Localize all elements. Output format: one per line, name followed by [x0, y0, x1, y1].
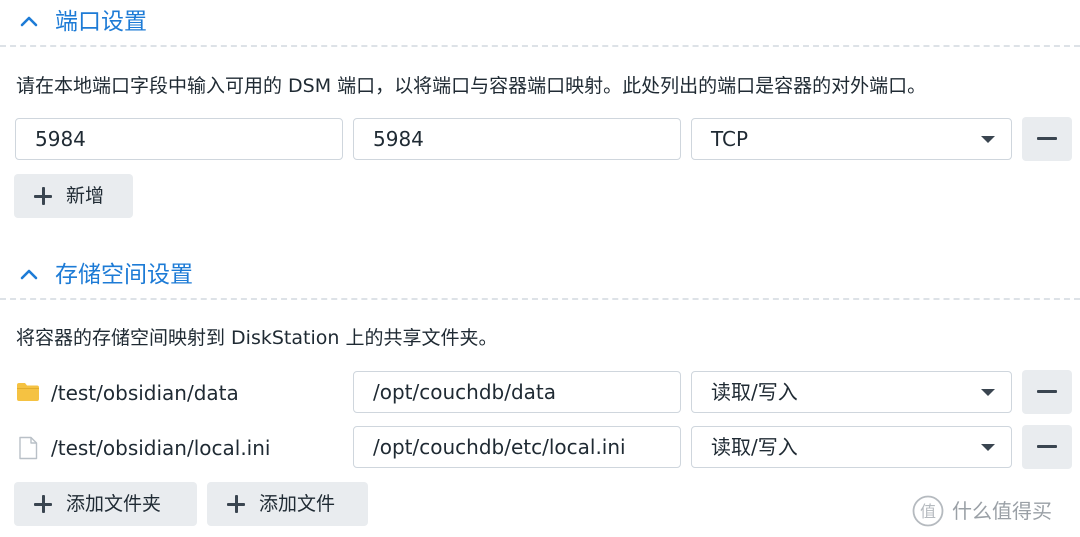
port-section-description: 请在本地端口字段中输入可用的 DSM 端口，以将端口与容器端口映射。此处列出的端… — [16, 75, 927, 97]
permission-select-value: 读取/写入 — [711, 380, 798, 404]
watermark-logo-icon: 值 — [912, 495, 944, 527]
permission-select-value: 读取/写入 — [711, 435, 798, 459]
plus-icon — [34, 187, 52, 205]
add-port-label: 新增 — [66, 185, 105, 207]
storage-section-title: 存储空间设置 — [55, 262, 193, 288]
svg-text:值: 值 — [920, 502, 936, 521]
add-folder-button[interactable]: 添加文件夹 — [14, 482, 197, 526]
chevron-up-icon — [20, 16, 38, 27]
mount-path-input[interactable]: /opt/couchdb/etc/local.ini — [353, 426, 681, 468]
mount-path-input[interactable]: /opt/couchdb/data — [353, 371, 681, 413]
permission-select[interactable]: 读取/写入 — [691, 426, 1012, 468]
section-divider — [0, 298, 1080, 300]
protocol-select-value: TCP — [711, 127, 749, 151]
caret-down-icon — [981, 444, 995, 451]
protocol-select[interactable]: TCP — [691, 118, 1012, 160]
add-port-button[interactable]: 新增 — [14, 174, 133, 218]
chevron-up-icon — [20, 269, 38, 280]
local-port-input[interactable]: 5984 — [15, 118, 343, 160]
plus-icon — [227, 495, 245, 513]
minus-icon — [1037, 137, 1057, 140]
storage-section-header[interactable]: 存储空间设置 — [0, 253, 1080, 299]
add-folder-label: 添加文件夹 — [66, 493, 162, 515]
remove-file-button[interactable] — [1022, 425, 1072, 469]
plus-icon — [34, 495, 52, 513]
section-divider — [0, 45, 1080, 47]
port-section-header[interactable]: 端口设置 — [0, 0, 1080, 46]
minus-icon — [1037, 445, 1057, 448]
remove-folder-button[interactable] — [1022, 370, 1072, 414]
host-path-text: /test/obsidian/local.ini — [51, 436, 271, 460]
permission-select[interactable]: 读取/写入 — [691, 371, 1012, 413]
caret-down-icon — [981, 136, 995, 143]
remove-port-button[interactable] — [1022, 117, 1072, 161]
folder-icon — [17, 383, 39, 401]
host-path-text: /test/obsidian/data — [51, 381, 239, 405]
container-port-input[interactable]: 5984 — [353, 118, 681, 160]
minus-icon — [1037, 390, 1057, 393]
watermark-text: 什么值得买 — [952, 499, 1052, 523]
add-file-button[interactable]: 添加文件 — [207, 482, 368, 526]
storage-section-description: 将容器的存储空间映射到 DiskStation 上的共享文件夹。 — [16, 327, 498, 349]
file-icon — [19, 436, 38, 460]
port-section-title: 端口设置 — [55, 9, 147, 35]
add-file-label: 添加文件 — [259, 493, 336, 515]
caret-down-icon — [981, 389, 995, 396]
